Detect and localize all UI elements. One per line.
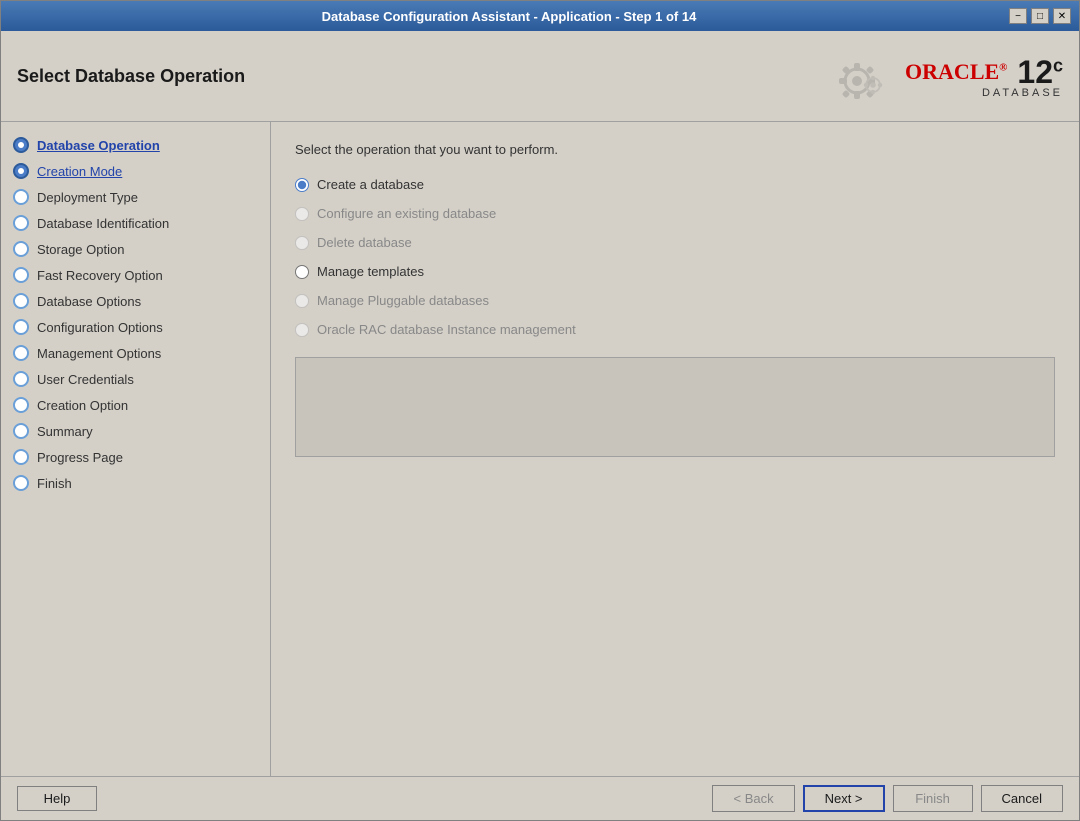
sidebar-dot-management-options (13, 345, 29, 361)
sidebar-item-user-credentials[interactable]: User Credentials (1, 366, 270, 392)
radio-label-delete-db: Delete database (317, 235, 412, 250)
sidebar-dot-deployment-type (13, 189, 29, 205)
sidebar-item-finish[interactable]: Finish (1, 470, 270, 496)
radio-item-oracle-rac[interactable]: Oracle RAC database Instance management (295, 322, 1055, 337)
oracle-name: ORACLE® (905, 59, 1007, 85)
radio-label-create-db: Create a database (317, 177, 424, 192)
radio-item-create-db[interactable]: Create a database (295, 177, 1055, 192)
radio-item-configure-existing[interactable]: Configure an existing database (295, 206, 1055, 221)
radio-label-configure-existing: Configure an existing database (317, 206, 496, 221)
radio-manage-templates[interactable] (295, 265, 309, 279)
radio-delete-db[interactable] (295, 236, 309, 250)
sidebar-item-creation-option[interactable]: Creation Option (1, 392, 270, 418)
radio-create-db[interactable] (295, 178, 309, 192)
oracle-database-label: DATABASE (982, 87, 1063, 99)
sidebar-dot-database-identification (13, 215, 29, 231)
sidebar-label-configuration-options: Configuration Options (37, 320, 163, 335)
page-title: Select Database Operation (17, 66, 245, 87)
sidebar-label-creation-option: Creation Option (37, 398, 128, 413)
radio-label-manage-pluggable: Manage Pluggable databases (317, 293, 489, 308)
sidebar-label-user-credentials: User Credentials (37, 372, 134, 387)
right-content-panel: Select the operation that you want to pe… (271, 122, 1079, 776)
sidebar-item-deployment-type[interactable]: Deployment Type (1, 184, 270, 210)
gear-decoration-icon (817, 41, 897, 111)
window-title: Database Configuration Assistant - Appli… (9, 9, 1009, 24)
sidebar: Database Operation Creation Mode Deploym… (1, 122, 271, 776)
sidebar-dot-fast-recovery-option (13, 267, 29, 283)
sidebar-dot-configuration-options (13, 319, 29, 335)
oracle-logo: ORACLE® 12c DATABASE (905, 54, 1063, 99)
radio-item-delete-db[interactable]: Delete database (295, 235, 1055, 250)
sidebar-dot-database-options (13, 293, 29, 309)
oracle-logo-area: ORACLE® 12c DATABASE (817, 41, 1063, 111)
main-content-area: Database Operation Creation Mode Deploym… (1, 122, 1079, 776)
sidebar-label-management-options: Management Options (37, 346, 161, 361)
navigation-buttons: < Back Next > Finish Cancel (712, 785, 1063, 812)
bottom-toolbar: Help < Back Next > Finish Cancel (1, 776, 1079, 820)
radio-oracle-rac[interactable] (295, 323, 309, 337)
radio-label-manage-templates: Manage templates (317, 264, 424, 279)
sidebar-item-database-identification[interactable]: Database Identification (1, 210, 270, 236)
sidebar-item-creation-mode[interactable]: Creation Mode (1, 158, 270, 184)
sidebar-item-fast-recovery-option[interactable]: Fast Recovery Option (1, 262, 270, 288)
back-button[interactable]: < Back (712, 785, 794, 812)
sidebar-dot-storage-option (13, 241, 29, 257)
window-controls: − □ ✕ (1009, 8, 1071, 24)
sidebar-item-database-options[interactable]: Database Options (1, 288, 270, 314)
sidebar-dot-creation-mode (13, 163, 29, 179)
radio-label-oracle-rac: Oracle RAC database Instance management (317, 322, 576, 337)
sidebar-label-database-options: Database Options (37, 294, 141, 309)
radio-item-manage-pluggable[interactable]: Manage Pluggable databases (295, 293, 1055, 308)
sidebar-label-database-operation: Database Operation (37, 138, 160, 153)
sidebar-dot-summary (13, 423, 29, 439)
sidebar-item-summary[interactable]: Summary (1, 418, 270, 444)
sidebar-item-database-operation[interactable]: Database Operation (1, 132, 270, 158)
operation-radio-group: Create a database Configure an existing … (295, 177, 1055, 337)
restore-button[interactable]: □ (1031, 8, 1049, 24)
sidebar-dot-creation-option (13, 397, 29, 413)
oracle-brand-text: ORACLE® 12c (905, 54, 1063, 91)
sidebar-dot-database-operation (13, 137, 29, 153)
sidebar-label-deployment-type: Deployment Type (37, 190, 138, 205)
oracle-version: 12c (1017, 54, 1063, 91)
close-button[interactable]: ✕ (1053, 8, 1071, 24)
minimize-button[interactable]: − (1009, 8, 1027, 24)
instruction-text: Select the operation that you want to pe… (295, 142, 1055, 157)
radio-manage-pluggable[interactable] (295, 294, 309, 308)
sidebar-label-fast-recovery-option: Fast Recovery Option (37, 268, 163, 283)
sidebar-dot-progress-page (13, 449, 29, 465)
finish-button[interactable]: Finish (893, 785, 973, 812)
description-box (295, 357, 1055, 457)
radio-item-manage-templates[interactable]: Manage templates (295, 264, 1055, 279)
sidebar-item-management-options[interactable]: Management Options (1, 340, 270, 366)
sidebar-item-storage-option[interactable]: Storage Option (1, 236, 270, 262)
next-button[interactable]: Next > (803, 785, 885, 812)
sidebar-label-storage-option: Storage Option (37, 242, 124, 257)
sidebar-label-progress-page: Progress Page (37, 450, 123, 465)
radio-configure-existing[interactable] (295, 207, 309, 221)
sidebar-dot-user-credentials (13, 371, 29, 387)
main-window: Database Configuration Assistant - Appli… (0, 0, 1080, 821)
sidebar-label-summary: Summary (37, 424, 93, 439)
sidebar-item-configuration-options[interactable]: Configuration Options (1, 314, 270, 340)
cancel-button[interactable]: Cancel (981, 785, 1063, 812)
sidebar-label-creation-mode: Creation Mode (37, 164, 122, 179)
sidebar-label-finish: Finish (37, 476, 72, 491)
help-button[interactable]: Help (17, 786, 97, 811)
sidebar-item-progress-page[interactable]: Progress Page (1, 444, 270, 470)
page-header: Select Database Operation (1, 31, 1079, 122)
sidebar-label-database-identification: Database Identification (37, 216, 169, 231)
titlebar: Database Configuration Assistant - Appli… (1, 1, 1079, 31)
sidebar-dot-finish (13, 475, 29, 491)
